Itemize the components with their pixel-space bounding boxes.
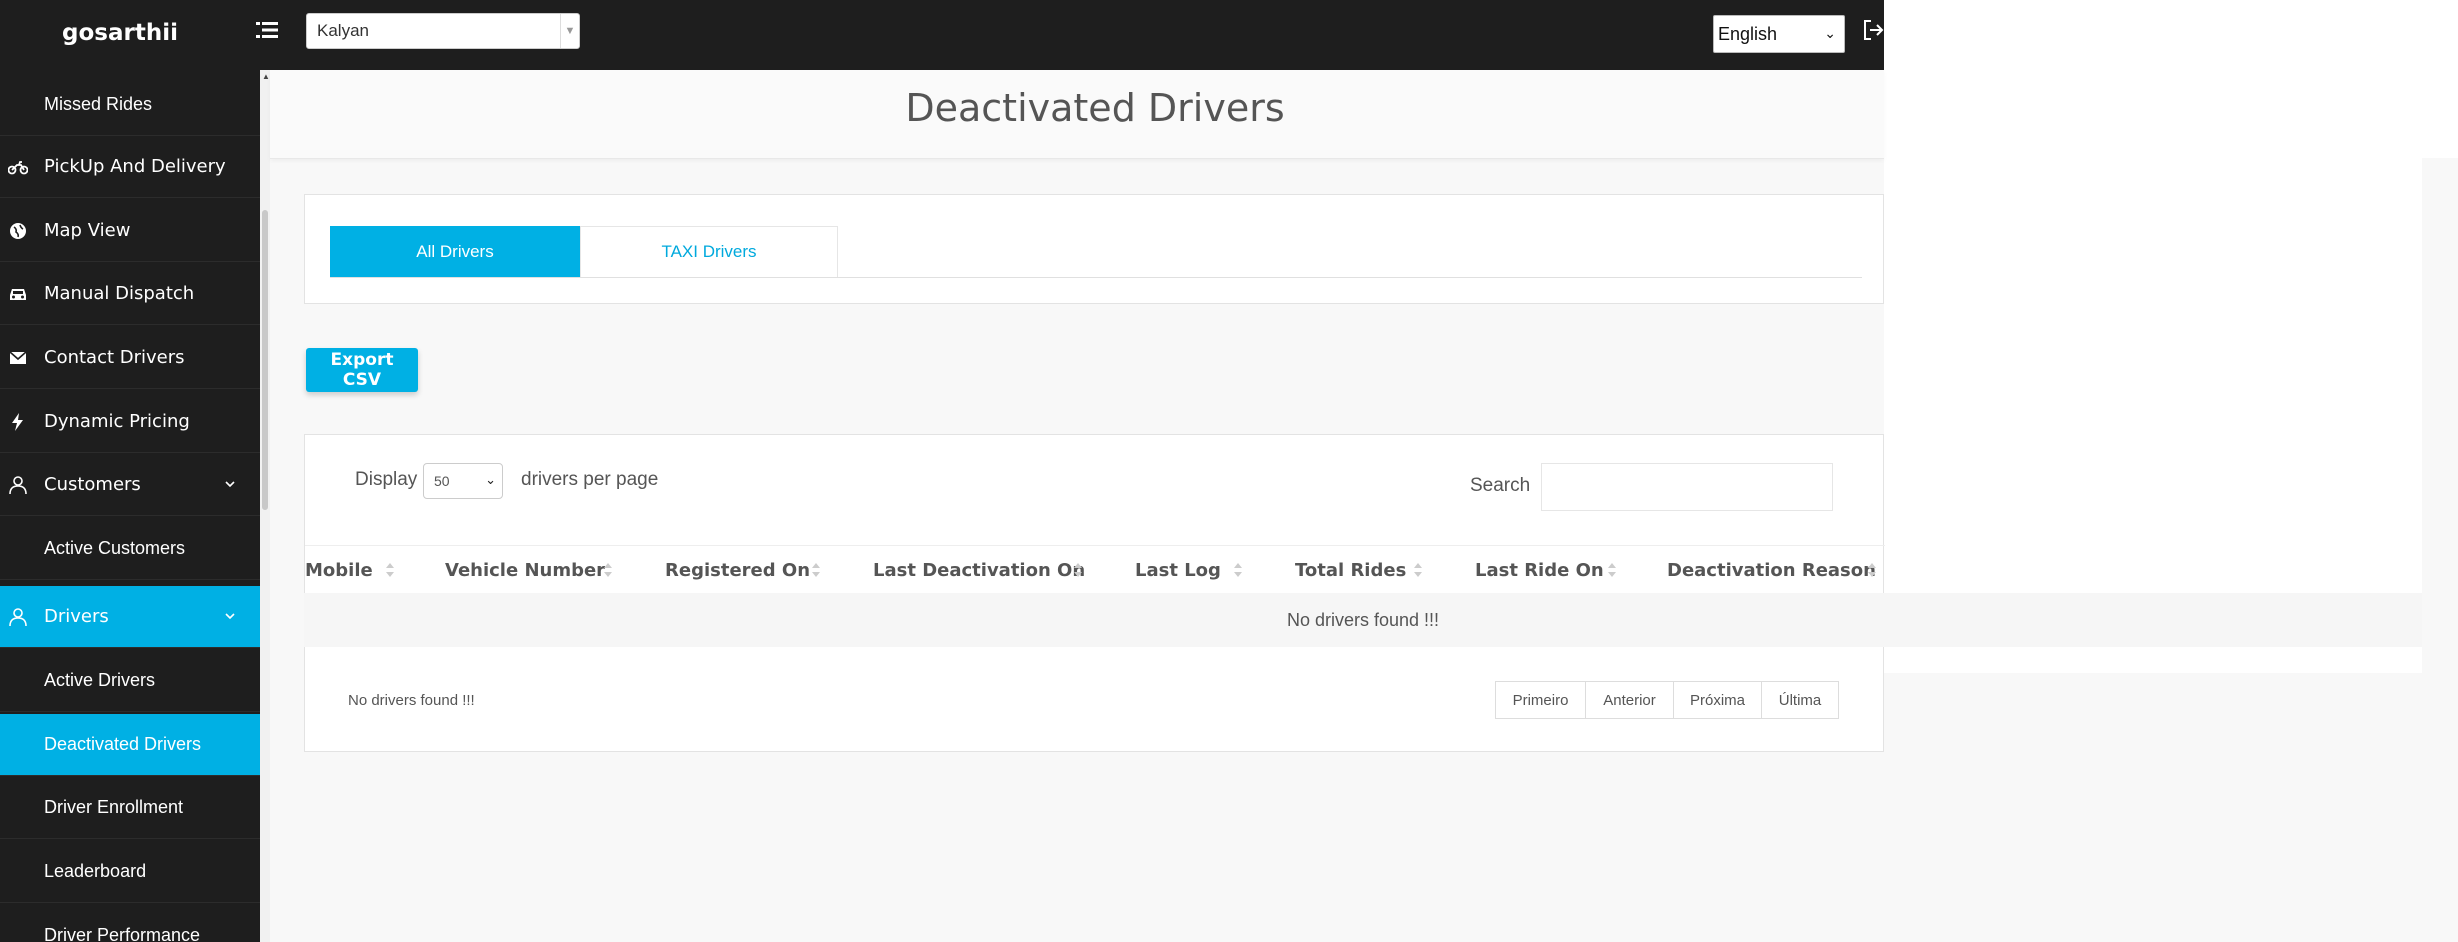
language-select-value: English [1718, 24, 1778, 44]
sidebar-item-label: Map View [44, 220, 131, 241]
sidebar-item-drivers[interactable]: Drivers [0, 586, 260, 648]
sort-icon[interactable] [1867, 562, 1877, 578]
envelope-icon [9, 351, 27, 364]
globe-icon [10, 223, 26, 239]
sidebar-item-label: Deactivated Drivers [44, 734, 202, 754]
sidebar-item-active-customers[interactable]: Active Customers [0, 518, 260, 580]
column-header-deactivation-reason[interactable]: Deactivation Reason [1667, 560, 1876, 581]
display-label: Display [355, 469, 418, 490]
export-csv-button[interactable]: Export CSV [306, 348, 418, 392]
sidebar-item-label: Customers [44, 474, 141, 495]
user-icon [9, 608, 27, 627]
empty-message: No drivers found !!! [1286, 610, 1440, 630]
sort-icon[interactable] [1233, 562, 1243, 578]
sidebar-item-customers[interactable]: Customers [0, 454, 260, 516]
blank-strip [2422, 0, 2458, 158]
sidebar-item-deactivated-drivers[interactable]: Deactivated Drivers [0, 714, 260, 776]
sidebar-item-label: PickUp And Delivery [44, 156, 226, 177]
sidebar-item-driver-enrollment[interactable]: Driver Enrollment [0, 777, 260, 839]
tab-taxi-drivers[interactable]: TAXI Drivers [580, 226, 838, 278]
sidebar-item-dynamic-pricing[interactable]: Dynamic Pricing [0, 391, 260, 453]
scroll-up-arrow-icon[interactable]: ▲ [262, 72, 270, 81]
column-header-registered-on[interactable]: Registered On [665, 560, 810, 581]
table-header: Mobile Vehicle Number Registered On Last… [305, 545, 1885, 595]
city-select-value: Kalyan [317, 21, 369, 40]
brand-logo[interactable]: gosarthii [0, 0, 240, 66]
sort-icon[interactable] [603, 562, 613, 578]
chevron-down-icon [225, 613, 235, 620]
sort-icon[interactable] [811, 562, 821, 578]
sort-icon[interactable] [1607, 562, 1617, 578]
per-page-label: drivers per page [521, 469, 659, 490]
tab-all-drivers[interactable]: All Drivers [330, 226, 580, 278]
user-icon [9, 476, 27, 495]
sidebar-item-leaderboard[interactable]: Leaderboard [0, 841, 260, 903]
sidebar-item-label: Drivers [44, 606, 109, 627]
chevron-down-icon: ⌄ [1824, 25, 1836, 41]
sidebar-scrollbar-thumb[interactable] [262, 210, 268, 510]
sort-icon[interactable] [1413, 562, 1423, 578]
sidebar-item-label: Leaderboard [44, 861, 147, 881]
sort-icon[interactable] [1073, 562, 1083, 578]
chevron-down-icon: ▼ [560, 14, 579, 48]
city-select[interactable]: Kalyan ▼ [306, 13, 580, 49]
car-icon [10, 289, 26, 300]
column-header-last-deactivation-on[interactable]: Last Deactivation On [873, 560, 1085, 581]
top-bar: gosarthii Kalyan ▼ English ⌄ [0, 0, 1884, 70]
sidebar-item-label: Contact Drivers [44, 347, 185, 368]
column-header-vehicle-number[interactable]: Vehicle Number [445, 560, 605, 581]
page-title: Deactivated Drivers [905, 86, 1285, 130]
logout-icon[interactable] [1862, 18, 1884, 42]
chevron-down-icon [225, 481, 235, 488]
sidebar: Missed Rides PickUp And Delivery Map Vie… [0, 70, 260, 942]
language-select[interactable]: English ⌄ [1713, 15, 1845, 53]
sidebar-item-contact-drivers[interactable]: Contact Drivers [0, 327, 260, 389]
sidebar-item-label: Manual Dispatch [44, 283, 195, 304]
search-input[interactable] [1541, 463, 1833, 511]
column-header-mobile[interactable]: Mobile [305, 560, 373, 581]
tabs-card: All Drivers TAXI Drivers [304, 194, 1884, 304]
chevron-down-icon: ⌄ [485, 472, 496, 487]
table-empty-row: No drivers found !!! [304, 593, 2422, 647]
column-header-last-ride-on[interactable]: Last Ride On [1475, 560, 1604, 581]
pagination-first-button[interactable]: Primeiro [1495, 681, 1586, 719]
sidebar-item-map-view[interactable]: Map View [0, 200, 260, 262]
column-header-last-log[interactable]: Last Log [1135, 560, 1221, 581]
bolt-icon [12, 413, 23, 431]
sidebar-item-label: Active Drivers [44, 670, 156, 690]
pagination-previous-button[interactable]: Anterior [1585, 681, 1674, 719]
page-length-select[interactable]: 50 ⌄ [423, 463, 503, 499]
column-header-total-rides[interactable]: Total Rides [1295, 560, 1406, 581]
pagination: Primeiro Anterior Próxima Última [1495, 681, 1839, 719]
sidebar-item-label: Driver Performance [44, 925, 201, 942]
sidebar-item-driver-performance[interactable]: Driver Performance [0, 905, 260, 942]
sidebar-item-label: Driver Enrollment [44, 797, 184, 817]
sidebar-item-label: Active Customers [44, 538, 186, 558]
page-length-value: 50 [434, 473, 450, 489]
motorcycle-icon [8, 161, 28, 175]
pagination-next-button[interactable]: Próxima [1673, 681, 1762, 719]
tab-divider [330, 277, 1862, 278]
menu-toggle-icon[interactable] [256, 20, 278, 40]
table-info: No drivers found !!! [348, 692, 475, 709]
sidebar-item-manual-dispatch[interactable]: Manual Dispatch [0, 263, 260, 325]
sort-icon[interactable] [385, 562, 395, 578]
search-label: Search [1470, 475, 1531, 496]
sidebar-item-active-drivers[interactable]: Active Drivers [0, 650, 260, 712]
pagination-last-button[interactable]: Última [1761, 681, 1839, 719]
sidebar-item-pickup-delivery[interactable]: PickUp And Delivery [0, 136, 260, 198]
sidebar-item-label: Dynamic Pricing [44, 411, 190, 432]
